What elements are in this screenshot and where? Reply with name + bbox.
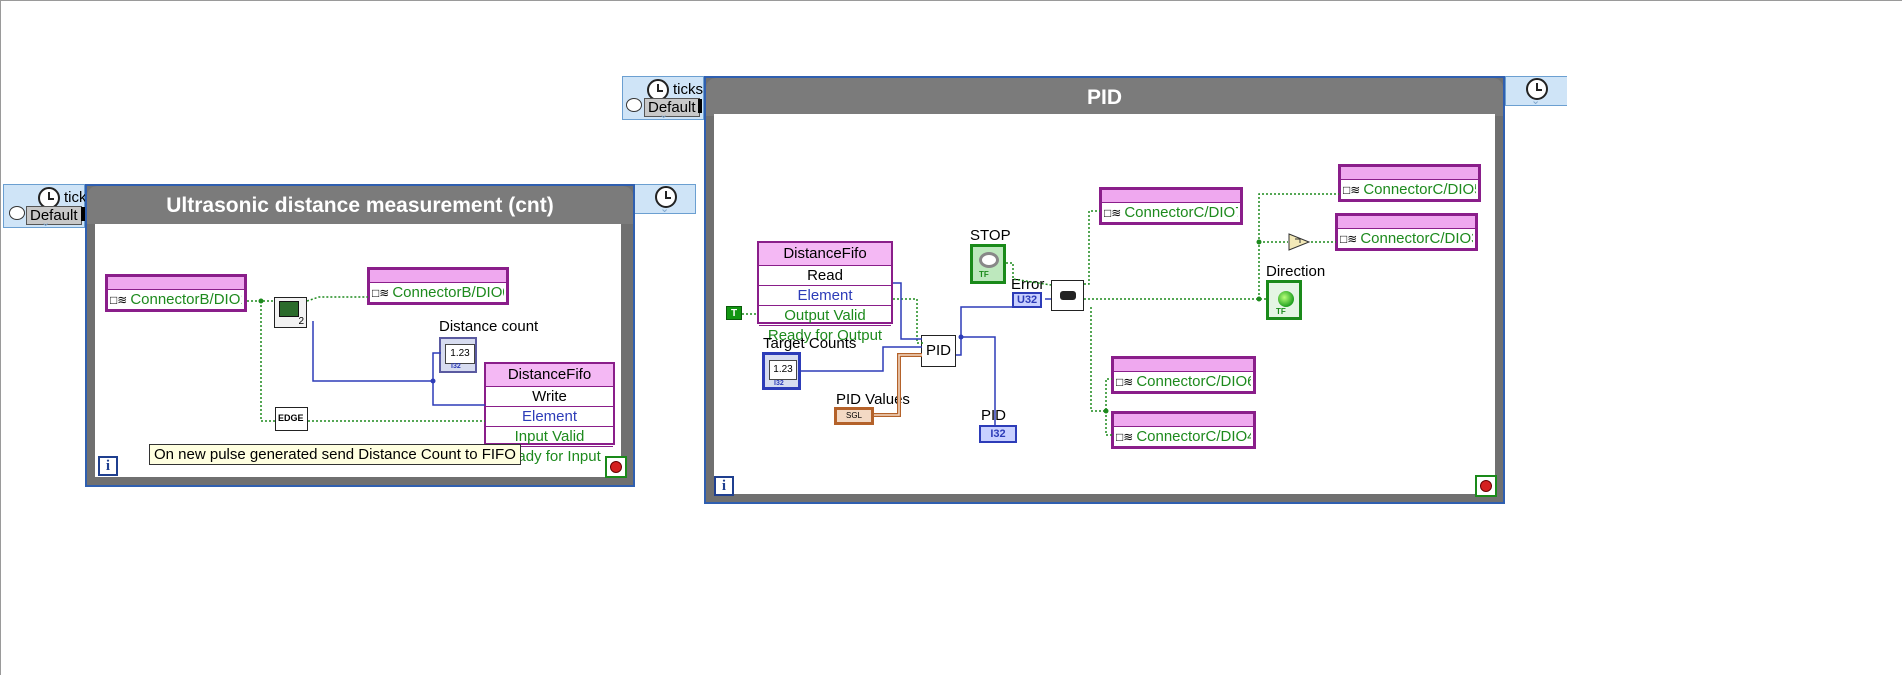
bundle-icon [1060, 291, 1076, 300]
direction-led[interactable]: TF [1266, 280, 1302, 320]
timing-source-value[interactable]: Default [644, 98, 700, 117]
io-label: ConnectorB/DIO1 [130, 291, 242, 308]
ticks-label: ticks [673, 81, 703, 98]
waveform-icon: □≋ [110, 293, 128, 307]
error-label: Error [1011, 276, 1045, 293]
expand-chevron-icon[interactable]: ⌄ [660, 204, 669, 215]
error-constant[interactable]: U32 [1012, 292, 1043, 308]
true-constant[interactable]: T [726, 306, 742, 320]
stop-button[interactable]: TF [970, 244, 1006, 284]
stop-condition-icon[interactable] [1475, 475, 1497, 497]
distance-count-indicator[interactable]: 1.23 I32 [439, 337, 477, 373]
waveform-icon: □≋ [1104, 206, 1122, 220]
io-label: ConnectorC/DIO3 [1360, 230, 1473, 247]
led-icon [1278, 291, 1294, 307]
bundle-node[interactable] [1051, 280, 1084, 311]
not-icon[interactable] [1287, 233, 1313, 251]
fifo-method: Write [486, 387, 613, 407]
fifo-read-node[interactable]: DistanceFifo Read Element Output Valid R… [757, 241, 893, 344]
config-terminal [698, 99, 702, 113]
direction-label: Direction [1266, 263, 1326, 280]
waveform-icon: □≋ [1116, 430, 1134, 444]
waveform-icon: □≋ [1343, 183, 1361, 197]
io-node-connectorc-dio6[interactable]: □≋ ConnectorC/DIO6 [1111, 356, 1256, 394]
fifo-method: Read [759, 266, 891, 286]
source-icon [9, 206, 25, 220]
comment-note: On new pulse generated send Distance Cou… [149, 444, 521, 465]
io-node-connectorc-dio3[interactable]: □≋ ConnectorC/DIO3 [1335, 213, 1478, 251]
fifo-element[interactable]: Element [486, 407, 613, 427]
fifo-element[interactable]: Element [759, 286, 891, 306]
edge-detect-icon: EDGE [278, 413, 304, 423]
io-node-connectorc-dio7[interactable]: □≋ ConnectorC/DIO7 [1099, 187, 1243, 225]
waveform-icon: □≋ [1116, 375, 1134, 389]
io-label: ConnectorC/DIO7 [1124, 204, 1238, 221]
target-counts-control[interactable]: 1.23 I32 [762, 352, 801, 390]
io-label: ConnectorC/DIO5 [1363, 181, 1476, 198]
pulse-count-text: 2 [298, 316, 304, 327]
io-label: ConnectorC/DIO4 [1136, 428, 1251, 445]
waveform-icon: □≋ [1340, 232, 1358, 246]
pid-indicator-label: PID [981, 407, 1007, 424]
io-node-connectorc-dio5[interactable]: □≋ ConnectorC/DIO5 [1338, 164, 1481, 202]
stop-label: STOP [970, 227, 1011, 244]
io-label: ConnectorB/DIO0 [392, 284, 504, 301]
timing-source-value[interactable]: Default [26, 206, 82, 225]
fifo-output-valid[interactable]: Output Valid [759, 306, 891, 326]
fifo-read-header: DistanceFifo [759, 243, 891, 266]
waveform-icon: □≋ [372, 286, 390, 300]
source-icon [626, 98, 642, 112]
io-node-connectorb-dio0[interactable]: □≋ ConnectorB/DIO0 [367, 267, 509, 305]
timed-loop-config-right[interactable]: ticks Default ⌄ [622, 76, 704, 121]
iteration-terminal-icon: i [714, 476, 734, 496]
fifo-write-header: DistanceFifo [486, 364, 613, 387]
target-counts-label: Target Counts [763, 335, 857, 352]
timed-loop-right-node-right[interactable]: ⌄ [1505, 76, 1567, 107]
iteration-terminal-icon: i [98, 456, 118, 476]
loop-title: Ultrasonic distance measurement (cnt) [87, 186, 633, 224]
waveform-icon [279, 301, 299, 317]
stop-ring-icon [979, 252, 999, 268]
expand-chevron-icon[interactable]: ⌄ [1531, 96, 1540, 107]
pulse-generator-vi[interactable]: 2 [274, 297, 307, 328]
pid-indicator[interactable]: I32 [979, 425, 1017, 443]
timed-loop-config-left[interactable]: ticks Default ⌄ [3, 184, 94, 229]
expand-chevron-icon[interactable]: ⌄ [659, 110, 668, 121]
pid-block[interactable]: PID [921, 335, 956, 367]
pid-values-control[interactable]: SGL [834, 407, 874, 425]
loop-title: PID [706, 78, 1503, 116]
pid-values-label: PID Values [836, 391, 910, 408]
io-node-connectorc-dio4[interactable]: □≋ ConnectorC/DIO4 [1111, 411, 1256, 449]
distance-count-label: Distance count [439, 318, 539, 335]
io-label: ConnectorC/DIO6 [1136, 373, 1251, 390]
expand-chevron-icon[interactable]: ⌄ [41, 218, 50, 229]
io-node-connectorb-dio1[interactable]: □≋ ConnectorB/DIO1 [105, 274, 247, 312]
fifo-write-node[interactable]: DistanceFifo Write Element Input Valid R… [484, 362, 615, 465]
timed-loop-right-node-left[interactable]: ⌄ [634, 184, 696, 215]
edge-detect-vi[interactable]: EDGE [275, 407, 308, 431]
